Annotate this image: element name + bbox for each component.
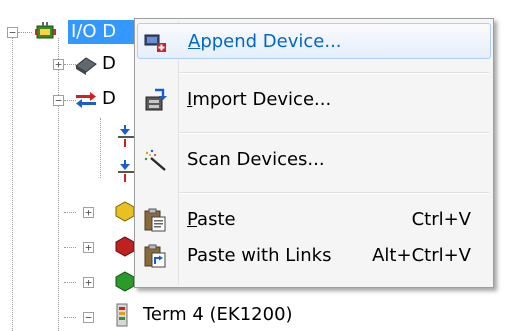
- menu-separator: [179, 72, 489, 74]
- menu-separator: [179, 132, 489, 134]
- menu-item-label: Paste with Links: [187, 245, 332, 266]
- menu-item-import-device[interactable]: Import Device...: [137, 82, 491, 118]
- box-yellow-icon: [115, 201, 135, 222]
- box-red-icon: [115, 236, 135, 257]
- process-image-icon: [118, 160, 134, 182]
- process-image-icon: [118, 125, 134, 147]
- tree-expand-toggle[interactable]: +: [83, 242, 94, 253]
- menu-item-shortcut: Alt+Ctrl+V: [372, 245, 471, 266]
- tree-collapse-toggle[interactable]: −: [83, 312, 94, 323]
- menu-item-append-device[interactable]: Append Device...: [137, 23, 491, 59]
- menu-item-shortcut: Ctrl+V: [411, 209, 471, 230]
- ethercat-device-icon: [76, 92, 96, 108]
- tree-collapse-toggle[interactable]: −: [53, 95, 64, 106]
- tree-expand-toggle[interactable]: +: [83, 207, 94, 218]
- context-menu: Append Device... Import Device... Scan D…: [134, 18, 494, 288]
- tree-guide-line: [18, 32, 32, 33]
- box-green-icon: [115, 271, 135, 292]
- tree-guide-line: [64, 212, 76, 213]
- menu-item-label: Paste: [187, 209, 236, 230]
- menu-separator: [179, 192, 489, 194]
- tree-guide-line: [100, 118, 101, 178]
- menu-item-label: Import Device...: [187, 89, 332, 110]
- tree-guide-line: [12, 38, 13, 331]
- terminal-icon: [116, 303, 128, 327]
- io-devices-icon: [35, 22, 56, 39]
- menu-item-label: Append Device...: [188, 31, 342, 52]
- device-icon: [75, 57, 97, 75]
- menu-item-label: Scan Devices...: [187, 149, 325, 170]
- import-device-icon: [145, 88, 167, 111]
- paste-icon: [144, 208, 166, 232]
- append-device-icon: [144, 34, 166, 52]
- menu-item-paste[interactable]: Paste Ctrl+V: [137, 202, 491, 238]
- scan-devices-icon: [144, 149, 166, 171]
- tree-node-term-4[interactable]: Term 4 (EK1200): [143, 303, 293, 327]
- tree-expand-toggle[interactable]: +: [53, 59, 64, 70]
- tree-guide-line: [64, 282, 76, 283]
- paste-links-icon: [144, 244, 166, 268]
- tree-guide-line: [64, 317, 76, 318]
- tree-node-device-1[interactable]: D: [102, 52, 116, 76]
- tree-expand-toggle[interactable]: +: [83, 277, 94, 288]
- tree-node-device-2[interactable]: D: [102, 87, 116, 111]
- menu-item-scan-devices[interactable]: Scan Devices...: [137, 142, 491, 178]
- tree-guide-line: [64, 247, 76, 248]
- menu-item-paste-with-links[interactable]: Paste with Links Alt+Ctrl+V: [137, 238, 491, 274]
- tree-guide-line: [58, 38, 59, 331]
- tree-collapse-toggle[interactable]: −: [7, 27, 18, 38]
